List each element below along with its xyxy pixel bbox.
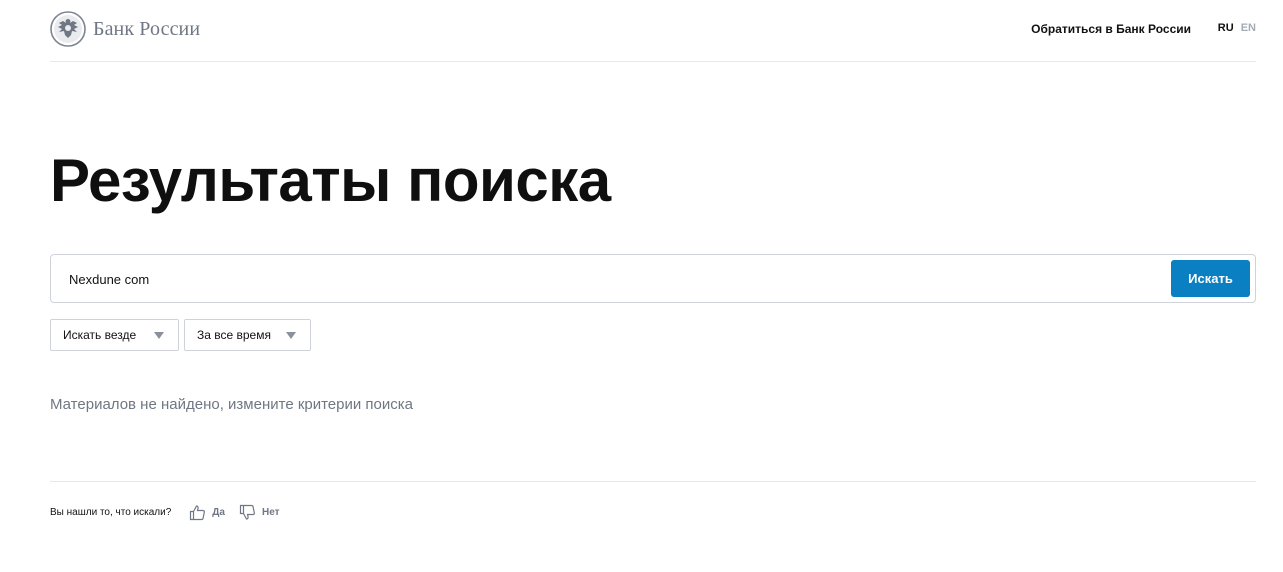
bank-emblem-icon <box>50 11 86 47</box>
chevron-down-icon <box>154 332 164 339</box>
period-dropdown-label: За все время <box>197 328 271 342</box>
feedback-no-button[interactable]: Нет <box>239 504 280 521</box>
search-input[interactable] <box>69 268 1149 290</box>
search-button[interactable]: Искать <box>1171 260 1250 297</box>
feedback-yes-button[interactable]: Да <box>189 504 225 521</box>
page-title: Результаты поиска <box>50 147 611 214</box>
thumbs-down-icon <box>239 504 255 520</box>
site-header: Банк России Обратиться в Банк России RU … <box>50 0 1256 62</box>
no-results-message: Материалов не найдено, измените критерии… <box>50 396 413 413</box>
bank-logo[interactable]: Банк России <box>50 11 200 47</box>
chevron-down-icon <box>286 332 296 339</box>
scope-dropdown[interactable]: Искать везде <box>50 319 179 351</box>
search-box: Искать <box>50 254 1256 303</box>
scope-dropdown-label: Искать везде <box>63 328 137 342</box>
lang-en-link[interactable]: EN <box>1241 22 1256 34</box>
feedback-no-label: Нет <box>261 506 280 518</box>
logo-text: Банк России <box>93 17 201 40</box>
contact-bank-link[interactable]: Обратиться в Банк России <box>1031 22 1191 36</box>
feedback-yes-label: Да <box>212 506 225 518</box>
divider <box>50 481 1256 482</box>
period-dropdown[interactable]: За все время <box>184 319 311 351</box>
lang-ru-link[interactable]: RU <box>1218 22 1234 34</box>
thumbs-up-icon <box>190 504 206 520</box>
language-switcher: RU EN <box>1218 22 1256 34</box>
feedback-question: Вы нашли то, что искали? <box>50 506 172 518</box>
feedback-bar: Вы нашли то, что искали? Да Нет <box>50 503 294 521</box>
